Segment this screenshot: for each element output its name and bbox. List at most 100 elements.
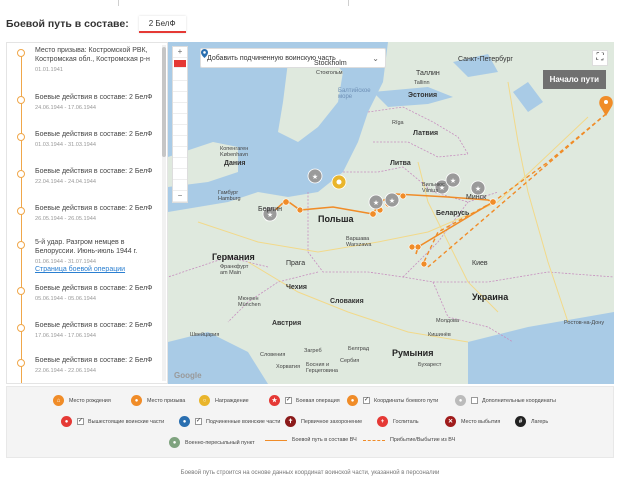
zoom-tick bbox=[173, 70, 187, 81]
transit-point-icon: ● bbox=[169, 437, 180, 448]
legend-item[interactable]: ★ ✓ Боевая операция bbox=[269, 395, 340, 406]
legend-item[interactable]: ✝ Первичное захоронение bbox=[285, 416, 362, 427]
map-label: Rīga bbox=[392, 120, 404, 126]
legend-item[interactable]: + Госпиталь bbox=[377, 416, 419, 427]
map-label: Германия bbox=[212, 252, 255, 262]
svg-text:★: ★ bbox=[373, 199, 379, 207]
map-label: Сербия bbox=[340, 358, 360, 364]
map-view[interactable]: ★ ★ ★ ★ ★ ★ ★ + − Добавить подчиненную воинск… bbox=[168, 42, 614, 384]
timeline-text: Боевые действия в составе: 2 БелФ bbox=[35, 205, 153, 212]
page-title: Боевой путь в составе: bbox=[6, 18, 129, 30]
legend-item[interactable]: ● Военно-пересыльный пункт bbox=[169, 437, 255, 448]
legend-item[interactable]: ● ✓ Координаты боевого пути bbox=[347, 395, 438, 406]
map-label: Дания bbox=[224, 160, 246, 167]
zoom-control: + − bbox=[172, 46, 188, 203]
timeline-date: 01.01.1941 bbox=[35, 66, 63, 73]
zoom-tick bbox=[173, 103, 187, 114]
map-label: Мюнхен München bbox=[238, 296, 261, 308]
add-subordinate-unit-dropdown[interactable]: Добавить подчиненную воинскую часть ⌄ bbox=[200, 48, 386, 68]
hospital-icon: + bbox=[377, 416, 388, 427]
map-label: Таллин bbox=[416, 70, 440, 77]
medal-icon: ○ bbox=[199, 395, 210, 406]
zoom-level-indicator bbox=[174, 60, 186, 68]
timeline-dot bbox=[17, 359, 25, 367]
map-label: Берлин bbox=[258, 206, 283, 213]
map-label: Латвия bbox=[413, 130, 439, 137]
unit-tab[interactable]: 2 БелФ bbox=[138, 15, 186, 33]
map-label: Копенгаген København bbox=[220, 146, 249, 158]
map-label: Румыния bbox=[392, 348, 434, 358]
fullscreen-button[interactable]: ⛶ bbox=[592, 50, 608, 66]
legend-item[interactable]: ○ Награждение bbox=[199, 395, 249, 406]
map-label: Эстония bbox=[408, 92, 438, 99]
zoom-out-button[interactable]: − bbox=[173, 191, 187, 202]
timeline-dot bbox=[17, 49, 25, 57]
timeline-text: Боевые действия в составе: 2 БелФ bbox=[35, 357, 153, 364]
battle-operation-link[interactable]: Страница боевой операции bbox=[35, 266, 161, 275]
legend-item[interactable]: ● ✓ Вышестоящие воинские части bbox=[61, 416, 164, 427]
timeline-text: Боевые действия в составе: 2 БелФ bbox=[35, 285, 153, 292]
legend-checkbox[interactable]: ✓ bbox=[363, 397, 370, 404]
timeline-text: Боевые действия в составе: 2 БелФ bbox=[35, 131, 153, 138]
map-label: Прага bbox=[286, 260, 306, 267]
timeline-text: Боевые действия в составе: 2 БелФ bbox=[35, 94, 153, 101]
timeline-dot bbox=[17, 241, 25, 249]
map-label: Загреб bbox=[304, 348, 322, 354]
timeline-dot bbox=[17, 170, 25, 178]
map-label: Словакия bbox=[330, 298, 364, 305]
scrollbar-thumb[interactable] bbox=[162, 47, 166, 157]
map-label: Австрия bbox=[272, 320, 302, 327]
timeline-date: 01.03.1944 - 31.03.1944 bbox=[35, 141, 96, 148]
timeline-dot bbox=[17, 133, 25, 141]
pin-icon: ● bbox=[131, 395, 142, 406]
zoom-tick bbox=[173, 136, 187, 147]
map-label: Ростов-на-Дону bbox=[564, 320, 605, 326]
zoom-tick bbox=[173, 158, 187, 169]
map-label: Минск bbox=[466, 194, 487, 201]
map-label: Балтийское море bbox=[338, 88, 371, 100]
legend-checkbox[interactable]: ✓ bbox=[285, 397, 292, 404]
legend-item: Прибытие/Выбытие из ВЧ bbox=[363, 437, 455, 443]
map-label: Украина bbox=[472, 292, 509, 302]
map-label: Беларусь bbox=[436, 210, 470, 217]
house-icon: ⌂ bbox=[53, 395, 64, 406]
map-label: Швейцария bbox=[190, 332, 220, 338]
legend-item: Боевой путь в составе ВЧ bbox=[265, 437, 357, 443]
legend-item[interactable]: ⌂ Место рождения bbox=[53, 395, 111, 406]
timeline-text: 5-й удар. Разгром немцев в Белоруссии. И… bbox=[35, 239, 138, 255]
blue-pin-icon: ● bbox=[179, 416, 190, 427]
header: Боевой путь в составе: 2 БелФ bbox=[6, 14, 186, 34]
map-pin-icon bbox=[201, 49, 208, 58]
timeline-text: Боевые действия в составе: 2 БелФ bbox=[35, 168, 153, 175]
legend-checkbox[interactable] bbox=[471, 397, 478, 404]
legend-checkbox[interactable]: ✓ bbox=[195, 418, 202, 425]
legend-item[interactable]: # Лагерь bbox=[515, 416, 548, 427]
extra-pin-icon: ● bbox=[455, 395, 466, 406]
map-label: Босния и Герцеговина bbox=[306, 362, 338, 374]
svg-text:★: ★ bbox=[389, 197, 395, 205]
timeline-date: 22.04.1944 - 24.04.1944 bbox=[35, 178, 96, 185]
map-label: Вильнюс Vilnius bbox=[422, 182, 445, 194]
timeline-date: 05.06.1944 - 05.06.1944 bbox=[35, 295, 96, 302]
legend-item[interactable]: ● ✓ Подчиненные воинские части bbox=[179, 416, 280, 427]
red-pin-icon: ● bbox=[61, 416, 72, 427]
zoom-tick bbox=[173, 125, 187, 136]
zoom-in-button[interactable]: + bbox=[173, 47, 187, 58]
zoom-tick bbox=[173, 92, 187, 103]
timeline-dot bbox=[17, 96, 25, 104]
map-label: Гамбург Hamburg bbox=[218, 190, 241, 202]
zoom-tick bbox=[173, 180, 187, 191]
map-label: Польша bbox=[318, 214, 354, 224]
dashed-route-line-icon bbox=[363, 439, 385, 441]
legend-item[interactable]: ✕ Место выбытия bbox=[445, 416, 500, 427]
zoom-tick bbox=[173, 114, 187, 125]
timeline-date: 24.06.1944 - 17.06.1944 bbox=[35, 104, 96, 111]
legend-item[interactable]: ● Место призыва bbox=[131, 395, 185, 406]
legend-checkbox[interactable]: ✓ bbox=[77, 418, 84, 425]
timeline-dot bbox=[17, 287, 25, 295]
map-label: Санкт-Петербург bbox=[458, 56, 513, 63]
map-label: Чехия bbox=[286, 284, 307, 291]
legend-item[interactable]: ● Дополнительные координаты bbox=[455, 395, 556, 406]
timeline-text: Боевые действия в составе: 2 БелФ bbox=[35, 322, 153, 329]
timeline-text: Место призыва: Костромской РВК, Костромс… bbox=[35, 47, 150, 63]
